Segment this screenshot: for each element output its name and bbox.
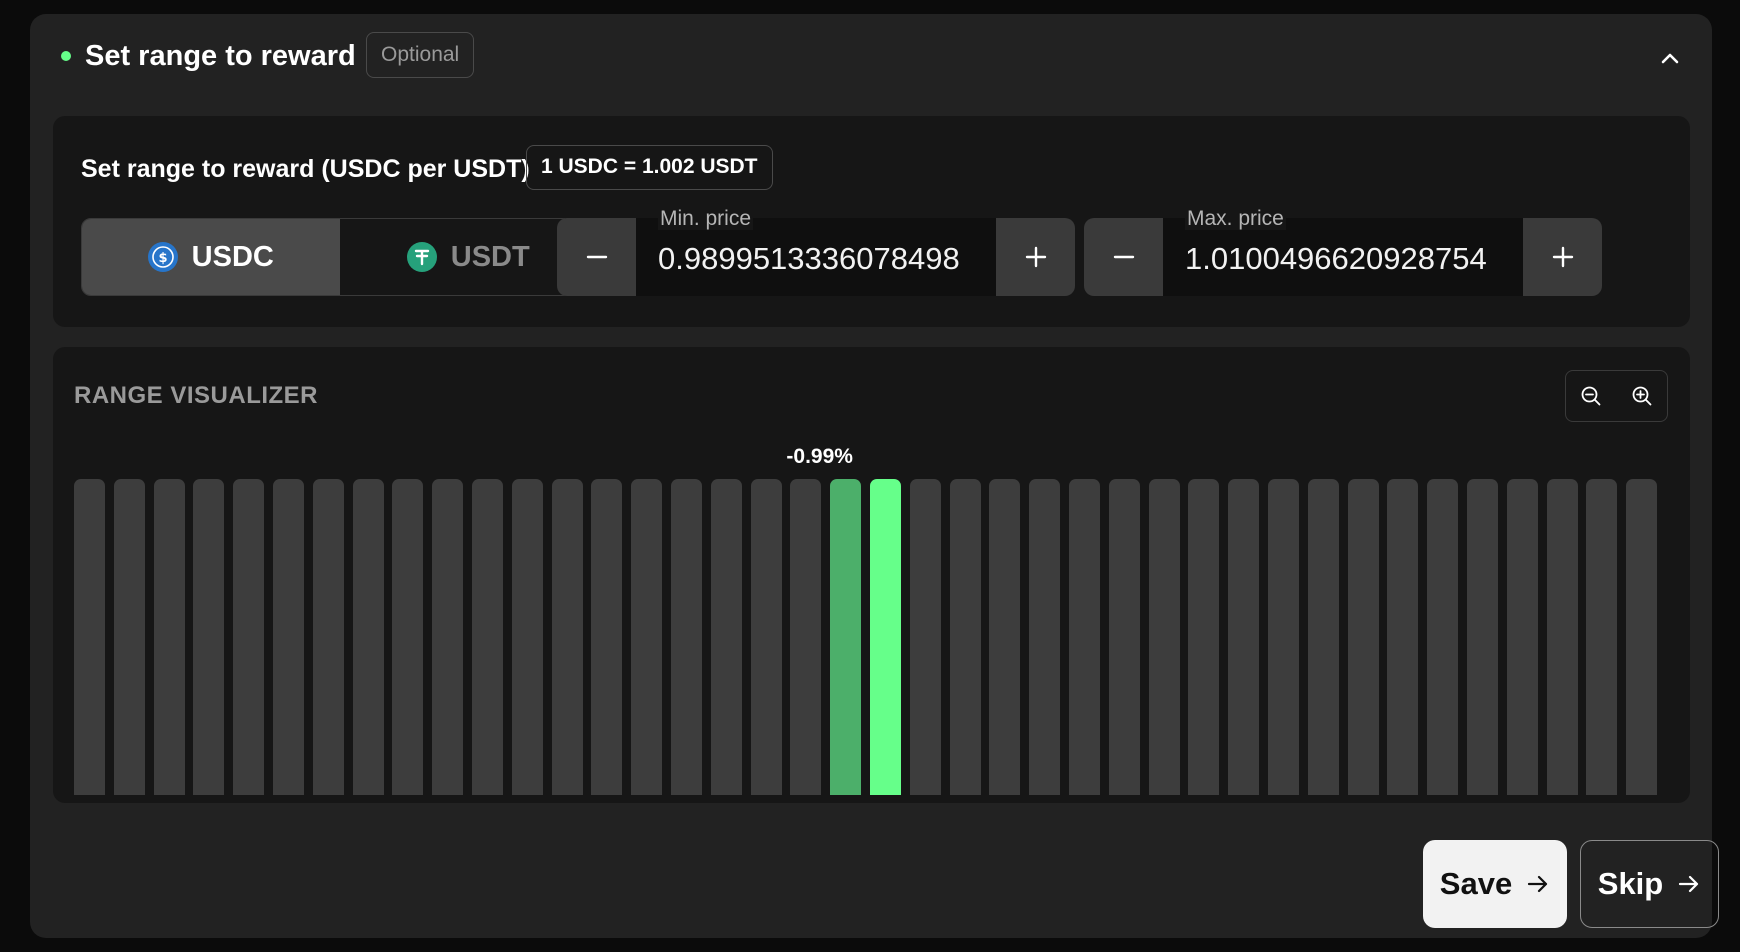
range-bar (790, 479, 822, 795)
range-bar (750, 479, 782, 795)
range-bar (1347, 479, 1379, 795)
max-price-label: Max. price (1185, 207, 1286, 230)
usdc-icon: $ (147, 242, 178, 272)
range-bar (392, 479, 424, 795)
min-price-decrement-button[interactable] (557, 218, 636, 296)
range-bar (1268, 479, 1299, 795)
range-bar (1307, 479, 1339, 795)
skip-button[interactable]: Skip (1580, 840, 1719, 928)
save-button[interactable]: Save (1423, 840, 1567, 928)
range-bar (1069, 479, 1100, 795)
save-label: Save (1439, 866, 1513, 901)
section-title: Set range to reward (85, 40, 356, 72)
min-price-label: Min. price (658, 207, 754, 230)
min-price-box: Min. price 0.9899513336078498 (557, 208, 1075, 296)
range-bar (591, 479, 623, 795)
range-bar (1506, 479, 1538, 795)
max-price-increment-button[interactable] (1523, 218, 1602, 296)
range-bar (989, 479, 1021, 795)
token-option-usdc[interactable]: $ USDC (82, 219, 340, 295)
range-bar (273, 479, 304, 795)
arrow-right-icon (1528, 875, 1548, 893)
token-label-usdc: USDC (191, 240, 274, 273)
chevron-up-icon[interactable] (1656, 44, 1684, 72)
range-bar (949, 479, 981, 795)
min-price-input[interactable]: 0.9899513336078498 (658, 240, 960, 278)
range-bar (312, 479, 344, 795)
range-bar-active (830, 479, 862, 795)
range-bar (1188, 479, 1220, 795)
exchange-rate-badge: 1 USDC = 1.002 USDT (526, 145, 773, 190)
range-label: Set range to reward (USDC per USDT) (81, 155, 530, 183)
max-price-box: Max. price 1.0100496620928754 (1084, 208, 1602, 296)
range-bar (511, 479, 543, 795)
range-bar (432, 479, 464, 795)
range-bar (1427, 479, 1459, 795)
range-bar (1148, 479, 1180, 795)
usdt-icon (406, 242, 437, 272)
range-bar (909, 479, 941, 795)
min-price-increment-button[interactable] (996, 218, 1075, 296)
range-bar (671, 479, 702, 795)
arrow-right-icon (1679, 875, 1699, 893)
range-bar (631, 479, 663, 795)
range-bar (1228, 479, 1260, 795)
range-bar (1108, 479, 1140, 795)
range-reward-card: Set range to reward Optional Set range t… (30, 14, 1719, 938)
range-bar (193, 479, 225, 795)
range-bar (233, 479, 265, 795)
range-bar-active (870, 479, 901, 795)
range-bar (352, 479, 384, 795)
range-bar (113, 479, 145, 795)
current-price-label: -0.99% (786, 445, 853, 468)
range-bar (1586, 479, 1618, 795)
range-bar (74, 479, 105, 795)
range-bar (1546, 479, 1578, 795)
status-dot (61, 51, 71, 61)
range-bar (1029, 479, 1061, 795)
range-bar (153, 479, 185, 795)
max-price-decrement-button[interactable] (1084, 218, 1163, 296)
max-price-input[interactable]: 1.0100496620928754 (1185, 240, 1487, 278)
token-label-usdt: USDT (450, 240, 530, 273)
price-range-panel: Set range to reward (USDC per USDT) 1 US… (53, 116, 1690, 327)
range-bar (1387, 479, 1419, 795)
range-visualizer-panel: RANGE VISUALIZER -0.99% (53, 347, 1690, 803)
range-bar (1467, 479, 1498, 795)
range-bar (472, 479, 503, 795)
skip-label: Skip (1597, 866, 1664, 901)
optional-badge: Optional (366, 32, 475, 78)
token-toggle: $ USDC USDT (81, 218, 598, 296)
range-bar (1626, 479, 1658, 795)
range-bar (551, 479, 583, 795)
range-bars: -0.99% (53, 347, 1690, 803)
svg-text:$: $ (158, 251, 167, 266)
range-bar (710, 479, 742, 795)
